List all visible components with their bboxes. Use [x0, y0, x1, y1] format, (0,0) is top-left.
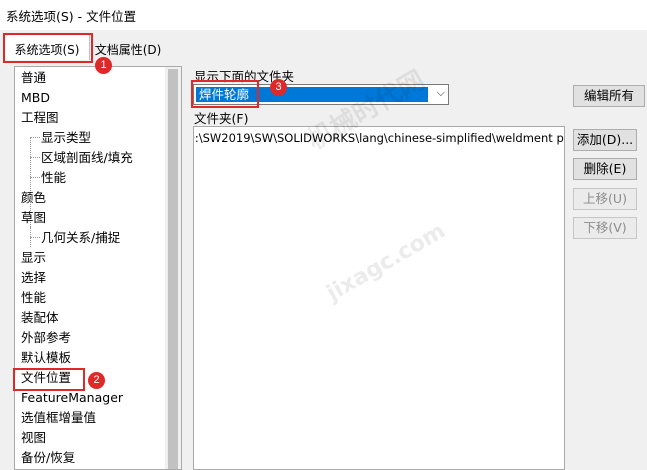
tree-item-spin-box-increments[interactable]: 选值框增量值	[21, 408, 96, 428]
tree-branch-line	[30, 137, 40, 138]
step-badge-3: 3	[270, 79, 287, 96]
move-down-button[interactable]: 下移(V)	[573, 217, 637, 239]
tree-item-colors[interactable]: 颜色	[21, 188, 46, 208]
title-bar: 系统选项(S) - 文件位置	[0, 0, 647, 30]
tree-item-area-hatch[interactable]: 区域剖面线/填充	[41, 148, 133, 168]
tree-item-performance[interactable]: 性能	[21, 288, 46, 308]
tree-item-mbd[interactable]: MBD	[21, 88, 50, 108]
tree-item-display-style[interactable]: 显示类型	[41, 128, 91, 148]
move-up-button[interactable]: 上移(U)	[573, 188, 637, 210]
highlight-box-weldment-profiles	[191, 80, 259, 108]
tree-item-relations-snaps[interactable]: 几何关系/捕捉	[41, 228, 120, 248]
tree-branch-line	[30, 157, 40, 158]
folder-row[interactable]: D:\SW2019\SW\SOLIDWORKS\lang\chinese-sim…	[194, 129, 564, 147]
tree-scrollbar[interactable]	[165, 67, 181, 469]
highlight-box-system-options	[3, 33, 93, 63]
add-folder-button[interactable]: 添加(D)...	[573, 129, 637, 151]
tree-item-drawings[interactable]: 工程图	[21, 108, 59, 128]
tree-branch-line	[30, 227, 31, 237]
delete-folder-button[interactable]: 删除(E)	[573, 158, 637, 180]
folders-label: 文件夹(F)	[194, 111, 249, 126]
tree-item-view[interactable]: 视图	[21, 428, 46, 448]
tree-item-sketch[interactable]: 草图	[21, 208, 46, 228]
tab-strip: 系统选项(S) 文档属性(D)	[0, 30, 647, 61]
options-tree[interactable]: 普通 MBD 工程图 显示类型 区域剖面线/填充 性能 颜色 草图 几何关系/捕…	[14, 66, 182, 470]
tree-item-drawing-performance[interactable]: 性能	[41, 168, 66, 188]
tree-item-featuremanager[interactable]: FeatureManager	[21, 388, 123, 408]
tree-branch-line	[30, 177, 40, 178]
tree-item-selection[interactable]: 选择	[21, 268, 46, 288]
edit-all-button[interactable]: 编辑所有	[573, 85, 645, 107]
window-title: 系统选项(S) - 文件位置	[6, 9, 137, 24]
tree-item-external-references[interactable]: 外部参考	[21, 328, 71, 348]
tree-item-general[interactable]: 普通	[21, 68, 46, 88]
tree-item-display[interactable]: 显示	[21, 248, 46, 268]
highlight-box-file-locations	[13, 368, 85, 391]
tree-scrollbar-thumb[interactable]	[168, 69, 178, 469]
folders-list[interactable]: D:\SW2019\SW\SOLIDWORKS\lang\chinese-sim…	[193, 126, 565, 470]
chevron-down-icon[interactable]: ⌵	[437, 86, 445, 100]
tree-item-backup-recover[interactable]: 备份/恢复	[21, 448, 75, 468]
tree-item-assemblies[interactable]: 装配体	[21, 308, 59, 328]
tree-branch-line	[30, 237, 40, 238]
step-badge-2: 2	[88, 372, 105, 389]
step-badge-1: 1	[95, 57, 112, 74]
tree-item-default-templates[interactable]: 默认模板	[21, 348, 71, 368]
